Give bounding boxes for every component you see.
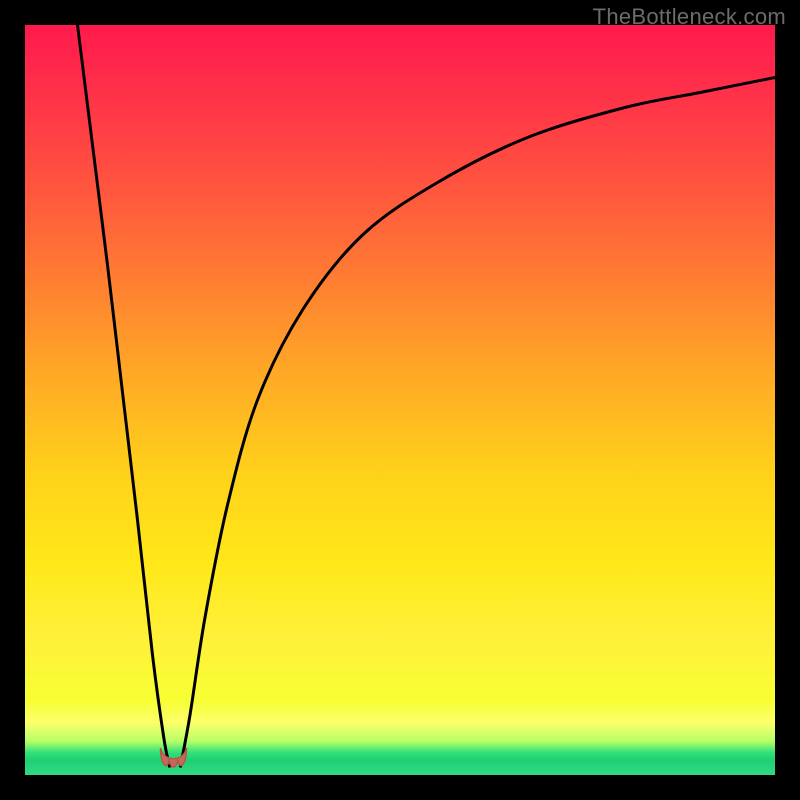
left-branch-curve bbox=[78, 25, 170, 768]
chart-frame: TheBottleneck.com bbox=[0, 0, 800, 800]
right-branch-curve bbox=[180, 78, 775, 768]
plot-area bbox=[25, 25, 775, 775]
curve-layer bbox=[25, 25, 775, 775]
